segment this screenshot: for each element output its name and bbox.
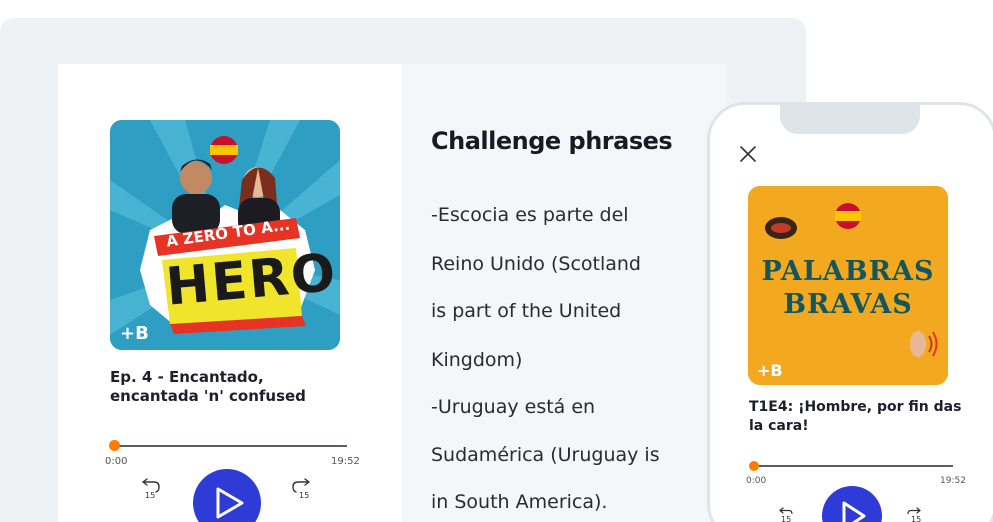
podcast-cover-art: A ZERO TO A... HERO +B [110, 120, 340, 350]
phone-progress-track[interactable] [753, 465, 953, 467]
phone-episode-title: T1E4: ¡Hombre, por fin das la cara! [749, 399, 962, 434]
elapsed-time: 0:00 [105, 456, 128, 467]
phone-skip-forward-icon: 15 [907, 507, 921, 522]
phone-play-icon [842, 501, 866, 522]
phone-skip-back-15-button[interactable]: 15 [776, 504, 796, 522]
phrase-line: is part of the United [431, 300, 622, 322]
phone-skip-back-icon: 15 [779, 507, 793, 522]
phone-total-time: 19:52 [940, 476, 966, 486]
phone-podcast-cover-art: PALABRAS BRAVAS +B [748, 186, 948, 385]
phone-cover-title-line1: PALABRAS [761, 256, 935, 287]
phone-brand-logo: +B [757, 361, 783, 380]
phrase-line: Reino Unido (Scotland [431, 253, 641, 275]
phrase-line: -Escocia es parte del [431, 204, 629, 226]
skip-back-seconds: 15 [145, 491, 155, 500]
skip-forward-15-button[interactable]: 15 [288, 474, 314, 500]
cover-title: HERO [163, 242, 340, 318]
phone-progress-handle[interactable] [749, 461, 759, 471]
phone-skip-forward-15-button[interactable]: 15 [904, 504, 924, 522]
phone-skip-forward-seconds: 15 [911, 515, 921, 522]
brand-logo: +B [120, 323, 149, 344]
phrase-line: Kingdom) [431, 349, 523, 371]
challenge-title: Challenge phrases [431, 127, 673, 155]
phone-cover-title-line2: BRAVAS [783, 289, 913, 320]
phrase-line: -Uruguay está en [431, 396, 596, 418]
phrase-line: in South America). [431, 491, 608, 513]
skip-back-icon: 15 [142, 478, 160, 500]
phone-elapsed-time: 0:00 [746, 476, 767, 486]
close-icon[interactable] [737, 143, 759, 165]
phone-notch [780, 104, 920, 134]
episode-title: Ep. 4 - Encantado, encantada 'n' confuse… [110, 368, 306, 405]
skip-back-15-button[interactable]: 15 [138, 474, 164, 500]
skip-forward-seconds: 15 [299, 491, 309, 500]
progress-handle[interactable] [109, 440, 120, 451]
phrase-line: Sudamérica (Uruguay is [431, 444, 660, 466]
total-time: 19:52 [331, 456, 360, 467]
play-icon [216, 487, 244, 519]
skip-forward-icon: 15 [292, 478, 310, 500]
progress-track[interactable] [113, 445, 347, 447]
phone-skip-back-seconds: 15 [781, 515, 791, 522]
